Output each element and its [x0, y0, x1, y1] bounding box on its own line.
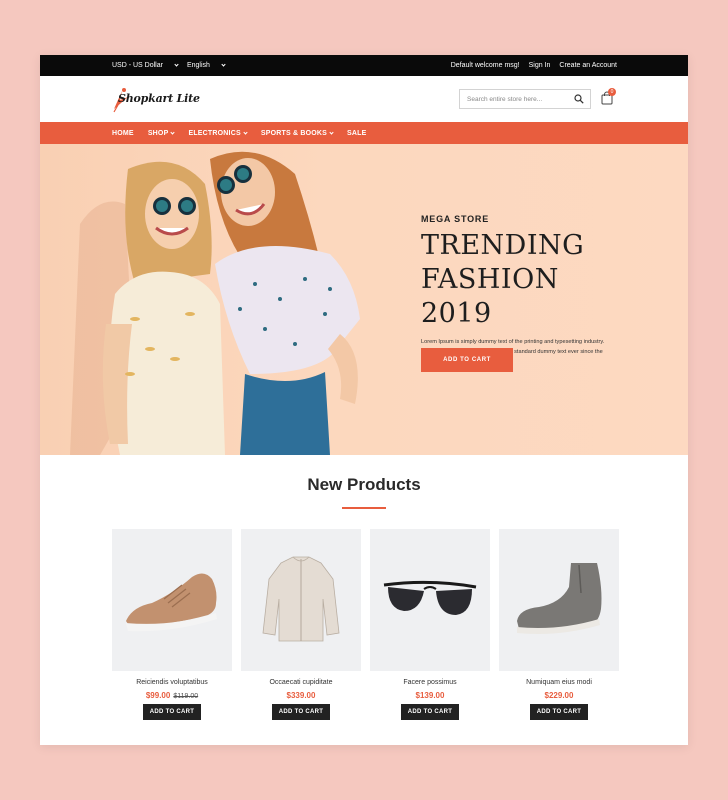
- nav-item-sale[interactable]: SALE: [347, 130, 366, 137]
- search-input[interactable]: [467, 95, 567, 103]
- product-name[interactable]: Numiquam eius modi: [499, 679, 619, 686]
- nav-item-label: ELECTRONICS: [188, 129, 241, 137]
- search-box: [459, 89, 591, 109]
- price-current: $99.00: [145, 691, 171, 700]
- search-icon[interactable]: [574, 94, 584, 104]
- product-card: Facere possimus $139.00 ADD TO CART: [370, 529, 490, 720]
- hero-add-to-cart-button[interactable]: ADD TO CART: [421, 348, 513, 372]
- product-image[interactable]: [370, 529, 490, 671]
- nav-item-label: SALE: [347, 129, 367, 137]
- jacket-icon: [262, 556, 340, 642]
- section-title: New Products: [307, 475, 421, 494]
- sneaker-icon: [126, 573, 217, 632]
- nav-item-label: SPORTS & BOOKS: [260, 129, 328, 137]
- price-current: $339.00: [286, 691, 316, 700]
- add-to-cart-button[interactable]: ADD TO CART: [143, 704, 201, 720]
- language-switcher[interactable]: English: [186, 62, 226, 69]
- hero-banner: MEGA STORE TRENDING FASHION 2019 Lorem I…: [40, 144, 688, 455]
- sign-in-link[interactable]: Sign In: [529, 62, 551, 69]
- price-current: $229.00: [544, 691, 574, 700]
- product-name[interactable]: Facere possimus: [370, 679, 490, 686]
- currency-label: USD - US Dollar: [112, 62, 163, 69]
- nav-item-shop[interactable]: SHOP: [147, 129, 176, 137]
- top-bar: USD - US Dollar English Default welcome …: [40, 55, 688, 76]
- title-underline: [342, 507, 386, 509]
- logo-text: Shopkart Lite: [118, 92, 200, 105]
- nav-item-home[interactable]: HOME: [112, 130, 134, 137]
- product-image[interactable]: [112, 529, 232, 671]
- create-account-link[interactable]: Create an Account: [559, 62, 617, 69]
- price-old: $119.00: [173, 693, 199, 700]
- hero-text: MEGA STORE TRENDING FASHION 2019 Lorem I…: [421, 214, 636, 367]
- welcome-message: Default welcome msg!: [450, 62, 520, 69]
- chevron-down-icon: [221, 62, 226, 67]
- product-name[interactable]: Occaecati cupiditate: [241, 679, 361, 686]
- add-to-cart-button[interactable]: ADD TO CART: [272, 704, 330, 720]
- product-image[interactable]: [499, 529, 619, 671]
- product-card: Reiciendis voluptatibus $99.00 $119.00 AD…: [112, 529, 232, 720]
- nav-item-electronics[interactable]: ELECTRONICS: [188, 129, 248, 137]
- product-name[interactable]: Reiciendis voluptatibus: [112, 679, 232, 686]
- main-nav: HOME SHOP ELECTRONICS SPORTS & BOOKS SAL…: [40, 122, 688, 144]
- chevron-down-icon: [329, 129, 334, 135]
- sunglasses-icon: [383, 580, 477, 615]
- chevron-down-icon: [174, 62, 179, 67]
- nav-item-label: SHOP: [147, 129, 169, 137]
- chevron-down-icon: [170, 129, 176, 135]
- header: Shopkart Lite 0: [40, 76, 688, 122]
- chevron-down-icon: [243, 129, 248, 135]
- product-price: $339.00: [241, 691, 361, 700]
- product-grid: Reiciendis voluptatibus $99.00 $119.00 AD…: [112, 529, 619, 720]
- product-card: Occaecati cupiditate $339.00 ADD TO CART: [241, 529, 361, 720]
- product-price: $229.00: [499, 691, 619, 700]
- cart-count-badge: 0: [608, 88, 616, 96]
- language-label: English: [186, 62, 210, 69]
- hero-headline-line2: FASHION 2019: [421, 264, 559, 329]
- chelsea-boot-icon: [517, 563, 602, 634]
- add-to-cart-button[interactable]: ADD TO CART: [401, 704, 459, 720]
- product-image[interactable]: [241, 529, 361, 671]
- store-page: USD - US Dollar English Default welcome …: [40, 55, 688, 745]
- currency-switcher[interactable]: USD - US Dollar: [112, 62, 179, 69]
- product-card: Numiquam eius modi $229.00 ADD TO CART: [499, 529, 619, 720]
- product-price: $99.00 $119.00: [112, 691, 232, 700]
- hero-models-image: [70, 151, 360, 455]
- price-current: $139.00: [415, 691, 445, 700]
- nav-item-label: HOME: [112, 129, 134, 137]
- product-price: $139.00: [370, 691, 490, 700]
- nav-item-sports-books[interactable]: SPORTS & BOOKS: [260, 129, 334, 137]
- hero-eyebrow: MEGA STORE: [421, 214, 490, 224]
- add-to-cart-button[interactable]: ADD TO CART: [530, 704, 588, 720]
- hero-headline: TRENDING FASHION 2019: [421, 229, 636, 331]
- hero-headline-line1: TRENDING: [421, 230, 585, 261]
